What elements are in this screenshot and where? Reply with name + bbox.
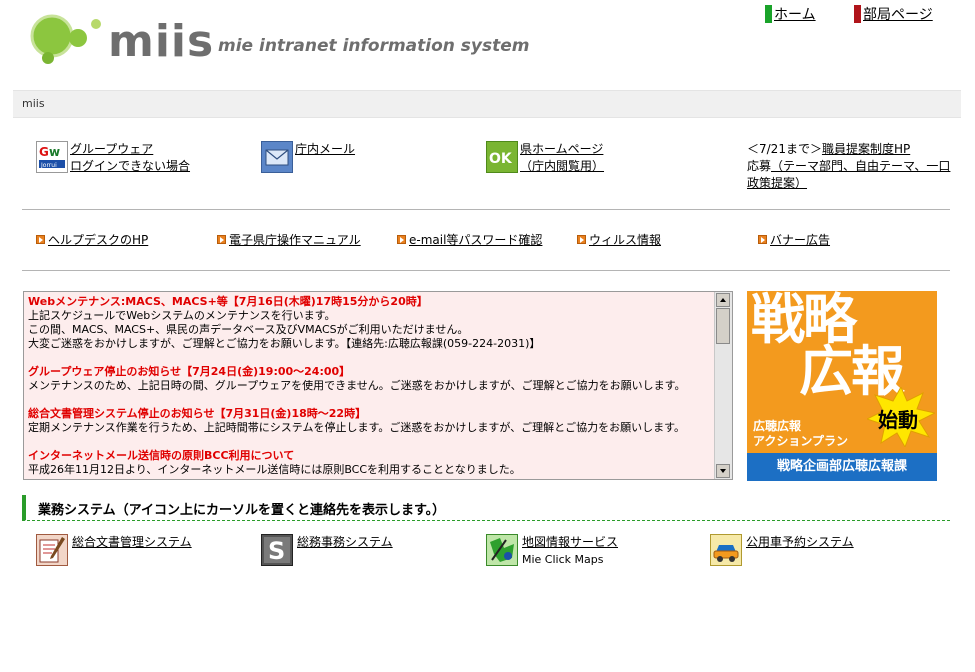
home-link[interactable]: ホーム: [765, 4, 816, 24]
notice-body-line: 平成26年11月12日より、インターネットメール送信時には原則BCCを利用するこ…: [28, 463, 521, 476]
business-systems-heading: 業務システム（アイコン上にカーソルを置くと連絡先を表示します。）: [22, 495, 950, 521]
dept-marker-icon: [854, 5, 861, 23]
map-service-label[interactable]: 地図情報サービス: [522, 535, 618, 549]
banner-line1: 戦略: [751, 291, 857, 351]
svg-text:OK: OK: [489, 151, 513, 167]
arrow-up-icon: [720, 298, 726, 302]
notice-title: 総合文書管理システム停止のお知らせ【7月31日(金)18時～22時】: [28, 407, 367, 420]
notice-item: グループウェア停止のお知らせ【7月24日(金)19:00～24:00】 メンテナ…: [28, 365, 713, 393]
proposal-categories-link[interactable]: （テーマ部門、自由テーマ、一口政策提案）: [747, 159, 950, 190]
notice-title: Webメンテナンス:MACS、MACS+等【7月16日(木曜)17時15分から2…: [28, 295, 428, 308]
virus-info-link[interactable]: ウィルス情報: [577, 231, 661, 248]
department-page-link-label[interactable]: 部局ページ: [863, 4, 933, 24]
groupware-icon: G w Jorrui: [36, 141, 68, 173]
breadcrumb: miis: [13, 90, 961, 118]
car-reservation-label[interactable]: 公用車予約システム: [746, 535, 854, 549]
general-affairs-icon[interactable]: S: [261, 534, 293, 566]
virus-info-link-label[interactable]: ウィルス情報: [589, 231, 661, 248]
notice-body-line: 上記スケジュールでWebシステムのメンテナンスを行います。: [28, 309, 336, 322]
staff-proposal-link[interactable]: 職員提案制度HP: [822, 142, 910, 156]
document-management-icon[interactable]: [36, 534, 68, 566]
banner-burst-text: 始動: [878, 408, 918, 432]
pref-homepage-label[interactable]: 県ホームページ: [520, 141, 604, 158]
manual-link[interactable]: 電子県庁操作マニュアル: [217, 231, 361, 248]
svg-text:S: S: [268, 537, 285, 565]
internal-mail-link[interactable]: 庁内メール: [261, 141, 355, 173]
car-reservation-link[interactable]: 公用車予約システム: [710, 534, 854, 566]
banner-ad-link-label[interactable]: バナー広告: [770, 231, 830, 248]
banner-small2: アクションプラン: [753, 434, 849, 448]
general-affairs-label[interactable]: 総務事務システム: [297, 535, 393, 549]
divider: [22, 209, 950, 210]
internal-mail-label[interactable]: 庁内メール: [295, 141, 355, 158]
notice-item: インターネットメール送信時の原則BCC利用について 平成26年11月12日より、…: [28, 449, 713, 477]
staff-proposal-notice: ＜7/21まで＞職員提案制度HP 応募（テーマ部門、自由テーマ、一口政策提案）: [747, 141, 962, 192]
notice-title: グループウェア停止のお知らせ【7月24日(金)19:00～24:00】: [28, 365, 351, 378]
logo-subtitle: mie intranet information system: [218, 36, 530, 56]
arrow-right-icon: [758, 235, 767, 244]
manual-link-label[interactable]: 電子県庁操作マニュアル: [229, 231, 361, 248]
helpdesk-link-label[interactable]: ヘルプデスクのHP: [48, 231, 148, 248]
notice-item: 総合文書管理システム停止のお知らせ【7月31日(金)18時～22時】 定期メンテ…: [28, 407, 713, 435]
banner-small1: 広聴広報: [753, 419, 802, 433]
proposal-apply-text: 応募: [747, 159, 772, 173]
mail-icon: [261, 141, 293, 173]
ok-icon: OK: [486, 141, 518, 173]
map-service-link[interactable]: 地図情報サービス Mie Click Maps: [486, 534, 618, 568]
strategic-pr-banner[interactable]: 戦略 広報 広聴広報 アクションプラン 始動 戦略企画部広聴広報課: [747, 291, 937, 481]
notice-body-line: 大変ご迷惑をおかけしますが、ご理解とご協力をお願いします。【連絡先:広聴広報課(…: [28, 337, 541, 350]
arrow-right-icon: [577, 235, 586, 244]
notice-item: Webメンテナンス:MACS、MACS+等【7月16日(木曜)17時15分から2…: [28, 295, 713, 351]
svg-text:G: G: [39, 145, 49, 159]
groupware-login-help-link[interactable]: ログインできない場合: [70, 158, 190, 175]
helpdesk-link[interactable]: ヘルプデスクのHP: [36, 231, 148, 248]
logo-circles-icon: [30, 14, 101, 64]
notice-body-line: この間、MACS、MACS+、県民の声データベース及びVMACSがご利用いただけ…: [28, 323, 469, 336]
home-marker-icon: [765, 5, 772, 23]
document-management-link[interactable]: 総合文書管理システム: [36, 534, 192, 566]
arrow-right-icon: [217, 235, 226, 244]
svg-text:w: w: [49, 145, 60, 159]
pref-homepage-link[interactable]: OK 県ホームページ （庁内閲覧用）: [486, 141, 604, 175]
document-management-label[interactable]: 総合文書管理システム: [72, 535, 192, 549]
logo-name: miis: [108, 16, 215, 67]
password-link[interactable]: e-mail等パスワード確認: [397, 231, 542, 248]
department-page-link[interactable]: 部局ページ: [854, 4, 933, 24]
arrow-right-icon: [397, 235, 406, 244]
scroll-up-button[interactable]: [716, 293, 730, 307]
notice-scrollbar[interactable]: [714, 292, 732, 479]
groupware-link-label[interactable]: グループウェア: [70, 141, 190, 158]
general-affairs-link[interactable]: S 総務事務システム: [261, 534, 393, 566]
breadcrumb-text: miis: [22, 97, 45, 110]
notice-body-line: メンテナンスのため、上記日時の間、グループウェアを使用できません。ご迷惑をおかけ…: [28, 379, 686, 392]
notice-title: インターネットメール送信時の原則BCC利用について: [28, 449, 295, 462]
notice-panel[interactable]: Webメンテナンス:MACS、MACS+等【7月16日(木曜)17時15分から2…: [23, 291, 733, 480]
svg-text:Jorrui: Jorrui: [40, 162, 57, 169]
arrow-down-icon: [720, 469, 726, 473]
map-icon[interactable]: [486, 534, 518, 566]
site-logo[interactable]: miis mie intranet information system: [30, 8, 530, 70]
scroll-thumb[interactable]: [716, 308, 730, 344]
divider: [22, 270, 950, 271]
groupware-link[interactable]: G w Jorrui グループウェア ログインできない場合: [36, 141, 190, 175]
pref-homepage-sub-link[interactable]: （庁内閲覧用）: [520, 158, 604, 175]
password-link-label[interactable]: e-mail等パスワード確認: [409, 231, 542, 248]
scroll-down-button[interactable]: [716, 464, 730, 478]
banner-ad-link[interactable]: バナー広告: [758, 231, 830, 248]
proposal-deadline: ＜7/21まで＞: [747, 142, 822, 156]
banner-footer: 戦略企画部広聴広報課: [747, 453, 937, 481]
business-systems-title: 業務システム（アイコン上にカーソルを置くと連絡先を表示します。）: [38, 503, 446, 518]
home-link-label[interactable]: ホーム: [774, 4, 816, 24]
car-icon[interactable]: [710, 534, 742, 566]
notice-body-line: 定期メンテナンス作業を行うため、上記時間帯にシステムを停止します。ご迷惑をおかけ…: [28, 421, 686, 434]
arrow-right-icon: [36, 235, 45, 244]
map-service-sub: Mie Click Maps: [522, 553, 604, 566]
